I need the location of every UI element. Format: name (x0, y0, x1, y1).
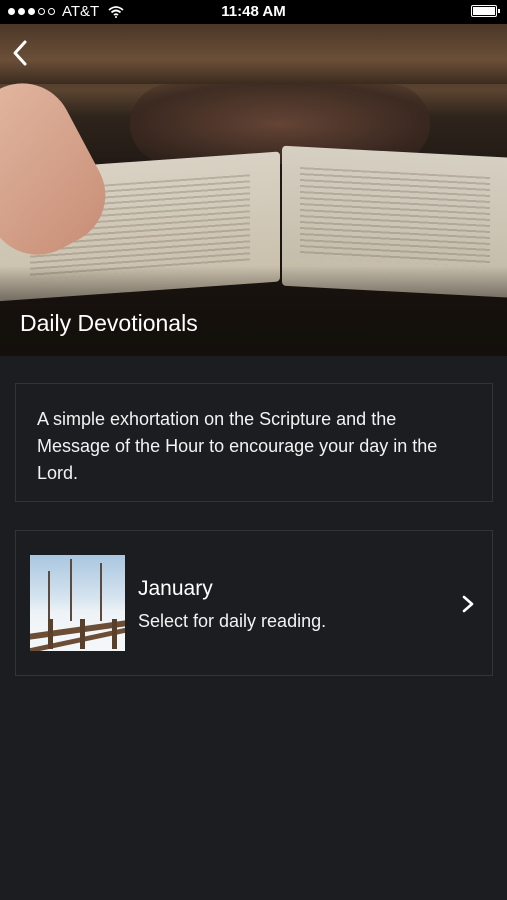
chevron-left-icon[interactable] (10, 38, 30, 68)
clock: 11:48 AM (221, 3, 286, 20)
battery-icon (471, 5, 500, 17)
list-item-january[interactable]: January Select for daily reading. (15, 530, 493, 676)
page-title: Daily Devotionals (20, 310, 198, 336)
chevron-right-icon (462, 595, 474, 613)
list-item-title: January (138, 577, 213, 600)
winter-thumbnail (30, 555, 125, 651)
description-card: A simple exhortation on the Scripture an… (15, 383, 493, 502)
list-item-subtitle: Select for daily reading. (138, 611, 327, 631)
header-image (0, 24, 507, 356)
status-bar: AT&T 11:48 AM (0, 0, 507, 24)
description-text: A simple exhortation on the Scripture an… (37, 409, 438, 483)
table-image-area (0, 24, 507, 84)
